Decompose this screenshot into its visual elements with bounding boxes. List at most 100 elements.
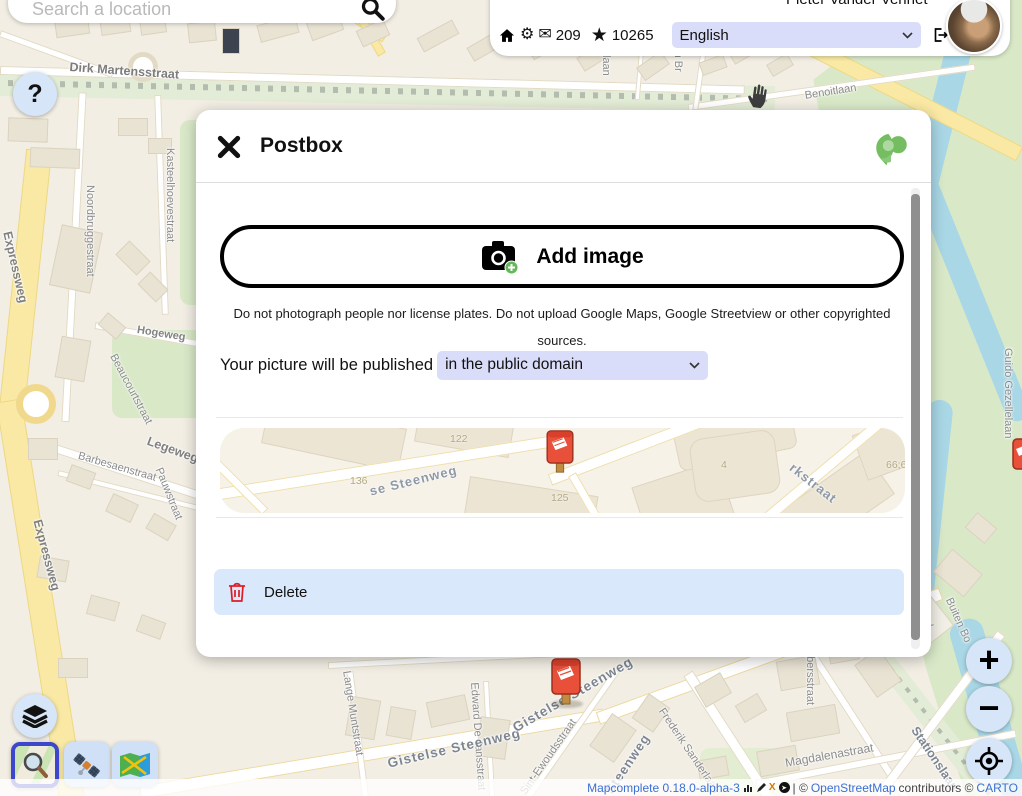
hand-cursor-icon [743, 78, 775, 112]
chevron-down-icon [902, 32, 913, 39]
street-label: obersstraat [804, 650, 816, 705]
building [28, 438, 58, 460]
building [118, 118, 148, 136]
attribution-bar: Mapcomplete 0.18.0-alpha-3 X ➤ | © OpenS… [0, 779, 1022, 796]
postbox-marker-clipped[interactable] [1012, 438, 1022, 483]
zoom-out-button[interactable]: − [966, 686, 1012, 732]
license-select[interactable]: in the public domain [437, 351, 708, 380]
scrollbar[interactable] [911, 188, 920, 649]
building [55, 336, 92, 383]
building [694, 672, 732, 708]
add-image-label: Add image [536, 245, 643, 269]
language-value: English [680, 27, 729, 44]
language-select[interactable]: English [672, 22, 921, 48]
building [222, 28, 240, 54]
magnifier-icon [20, 750, 50, 780]
layers-icon [22, 704, 48, 728]
pen-icon[interactable] [756, 783, 766, 793]
building [698, 54, 727, 76]
building [965, 512, 998, 544]
building [933, 549, 983, 598]
housenumber-label: 66;6 [886, 459, 905, 471]
building [98, 312, 127, 340]
license-label: Your picture will be published [220, 356, 433, 375]
plus-icon: + [978, 642, 999, 678]
close-icon[interactable] [216, 134, 242, 160]
chevron-down-icon [689, 362, 700, 369]
divider [216, 517, 903, 518]
building [66, 464, 97, 490]
attribution-mid: contributors © [899, 781, 974, 795]
avatar[interactable] [946, 0, 1002, 54]
license-value: in the public domain [445, 356, 583, 374]
satellite-icon [71, 749, 103, 781]
housenumber-label: 136 [350, 475, 368, 487]
housenumber-label: 4 [721, 459, 727, 471]
user-bar: Pieter Vander Vennet ⚙ ✉ 209 ★ 10265 Eng… [490, 0, 1010, 56]
street-label: Noordbruggestraat [84, 185, 96, 277]
photo-note: Do not photograph people nor license pla… [226, 300, 898, 354]
mapcomplete-logo-icon [873, 132, 909, 170]
postbox-marker [546, 430, 574, 474]
building [386, 706, 417, 740]
minus-icon: − [978, 690, 999, 726]
attribution-sep: | © [793, 781, 808, 795]
add-image-button[interactable]: Add image [220, 225, 904, 288]
road [220, 441, 268, 513]
camera-icon [480, 238, 520, 275]
carto-link[interactable]: CARTO [976, 781, 1018, 795]
postbox-dialog: Postbox Add image [196, 110, 931, 657]
location-minimap[interactable]: se Steenweg rkstraat 122 136 125 4 66;6 [220, 428, 905, 513]
gear-icon[interactable]: ⚙ [520, 27, 534, 43]
delete-label: Delete [264, 584, 307, 601]
search-input[interactable] [30, 0, 350, 21]
help-button[interactable]: ? [13, 72, 57, 116]
building [30, 147, 81, 169]
building [187, 21, 217, 44]
dialog-title: Postbox [260, 134, 343, 158]
building [426, 694, 471, 728]
building [136, 614, 167, 640]
street-label: Kasteelhoevestraat [164, 148, 176, 242]
help-label: ? [27, 80, 42, 109]
divider [216, 417, 903, 418]
osm-link[interactable]: OpenStreetMap [811, 781, 896, 795]
messages-icon[interactable]: ✉ [538, 27, 551, 43]
license-row: Your picture will be published in the pu… [220, 350, 708, 380]
search-bar [8, 0, 396, 23]
postbox-marker[interactable] [551, 658, 581, 706]
layers-button[interactable] [13, 694, 57, 738]
scrollbar-thumb[interactable] [911, 194, 920, 640]
username[interactable]: Pieter Vander Vennet [786, 0, 928, 8]
crosshair-icon [974, 746, 1004, 776]
zoom-in-button[interactable]: + [966, 638, 1012, 684]
building [105, 493, 139, 523]
geolocate-button[interactable] [966, 738, 1012, 784]
messages-count: 209 [556, 27, 581, 44]
josm-icon[interactable]: X [769, 782, 776, 793]
building [786, 704, 840, 742]
mapcomplete-version-link[interactable]: Mapcomplete 0.18.0-alpha-3 [587, 781, 740, 795]
home-icon[interactable] [498, 27, 516, 44]
building [115, 240, 150, 275]
search-icon[interactable] [360, 0, 386, 27]
trash-icon [227, 581, 247, 603]
building [735, 693, 768, 723]
folded-map-icon [118, 751, 152, 779]
stats-icon[interactable] [743, 783, 753, 793]
building [8, 117, 49, 142]
building [86, 594, 120, 621]
building [766, 53, 794, 77]
building [137, 271, 168, 302]
stars-count: 10265 [612, 27, 654, 44]
arrow-icon[interactable]: ➤ [779, 782, 790, 793]
housenumber-label: 125 [551, 492, 569, 504]
building [58, 658, 88, 678]
delete-button[interactable]: Delete [214, 569, 904, 615]
building [417, 20, 460, 53]
building [688, 428, 782, 503]
mapcomplete-app: Dirk Martensstraat Noordbruggestraat Kas… [0, 0, 1022, 796]
street-label: Guido Gezellelaan [1002, 348, 1014, 439]
housenumber-label: 122 [450, 433, 468, 445]
star-icon[interactable]: ★ [591, 26, 608, 45]
